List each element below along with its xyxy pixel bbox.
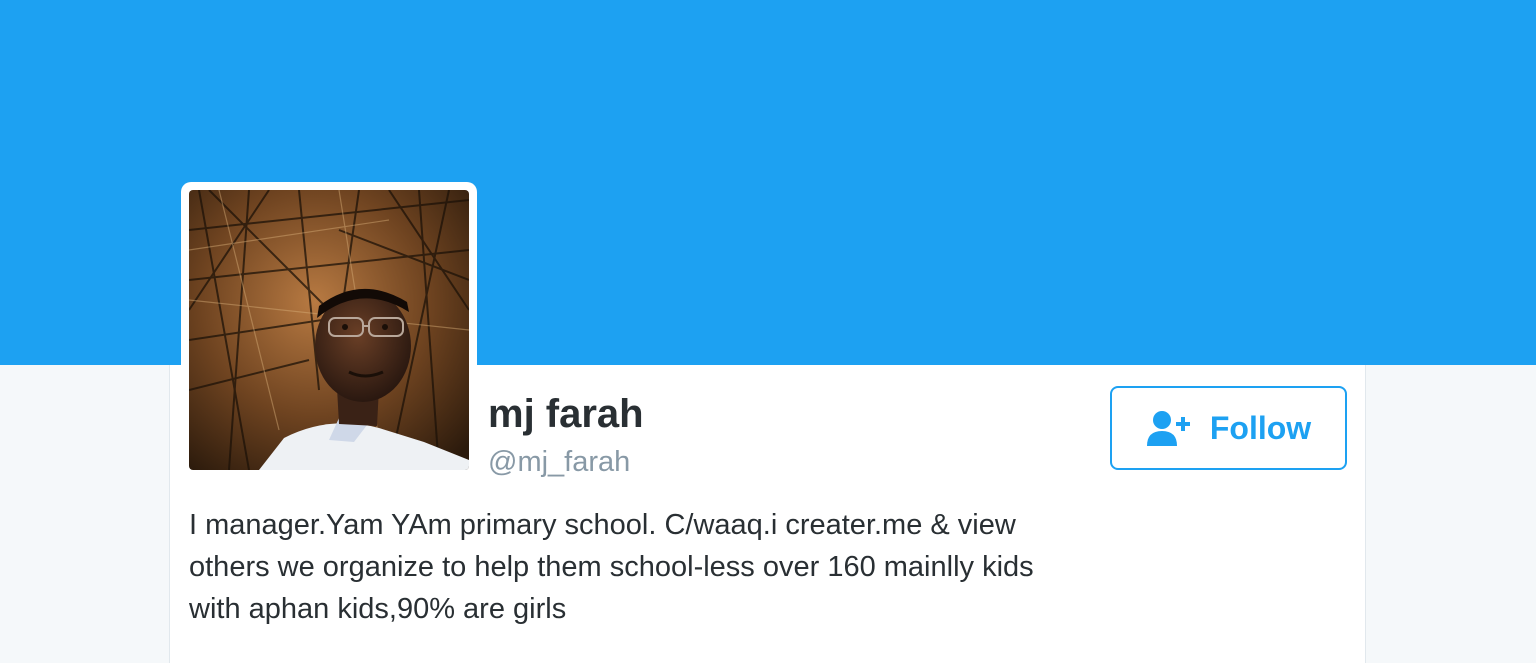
profile-bio: I manager.Yam YAm primary school. C/waaq…: [189, 509, 1034, 625]
follow-label: Follow: [1209, 409, 1312, 446]
avatar[interactable]: [189, 190, 469, 470]
avatar-frame[interactable]: [181, 182, 477, 478]
profile-display-name[interactable]: mj farah: [488, 390, 644, 438]
profile-handle[interactable]: @mj_farah: [488, 444, 630, 480]
follow-button[interactable]: Follow: [1110, 386, 1347, 470]
add-user-icon: [1146, 411, 1190, 446]
